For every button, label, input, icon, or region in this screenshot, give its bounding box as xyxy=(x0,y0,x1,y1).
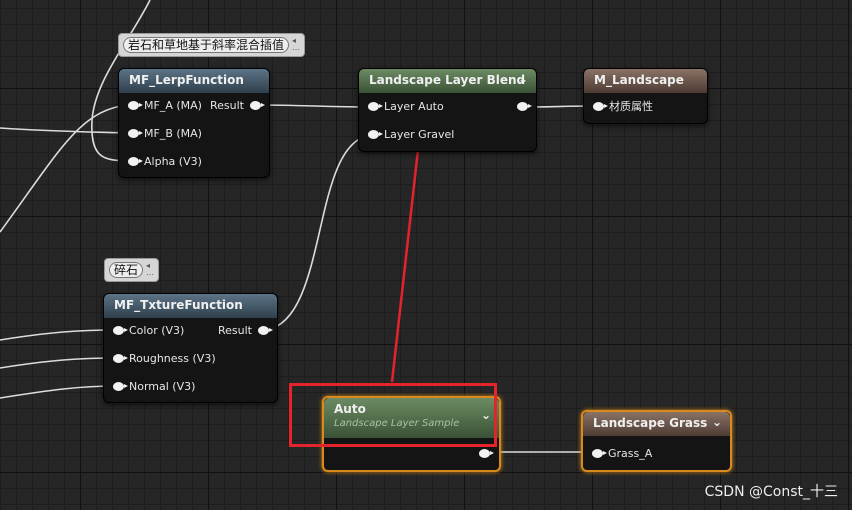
node-header: Landscape Grass ⌄ xyxy=(583,412,730,436)
node-landscape-grass[interactable]: Landscape Grass ⌄ Grass_A xyxy=(581,410,732,472)
node-m-landscape[interactable]: M_Landscape 材质属性 xyxy=(583,68,708,124)
wire-texture-to-blend xyxy=(265,134,373,331)
pin-circle-icon[interactable] xyxy=(128,101,143,110)
node-title: Landscape Layer Blend xyxy=(369,73,526,87)
pin-input-layer-auto[interactable]: Layer Auto xyxy=(368,100,444,114)
node-header: MF_TxtureFunction xyxy=(104,294,277,318)
pin-label: MF_A (MA) xyxy=(144,99,202,112)
node-header: MF_LerpFunction xyxy=(119,69,269,93)
pin-output[interactable] xyxy=(511,100,532,114)
node-texture-function[interactable]: MF_TxtureFunction Color (V3) Roughness (… xyxy=(103,293,278,403)
comment-pin-icon: ◂ ⋯ xyxy=(292,36,301,54)
comment-rock-grass[interactable]: 岩石和草地基于斜率混合插值 ◂ ⋯ xyxy=(118,33,306,57)
wire-offscreen-6 xyxy=(0,385,117,399)
pin-label: Layer Auto xyxy=(384,100,444,113)
comment-text: 碎石 xyxy=(109,262,144,278)
pin-input-normal[interactable]: Normal (V3) xyxy=(113,380,195,394)
pin-label: Color (V3) xyxy=(129,324,185,337)
wire-offscreen-3 xyxy=(0,104,129,233)
highlight-box xyxy=(289,383,497,447)
pin-output-result[interactable]: Result xyxy=(218,324,273,338)
comment-gravel[interactable]: 碎石 ◂ ⋯ xyxy=(104,258,160,282)
pin-input-grass-a[interactable]: Grass_A xyxy=(592,447,652,461)
annotation-arrow xyxy=(390,114,428,383)
wire-offscreen-2 xyxy=(0,127,129,134)
pin-circle-icon[interactable] xyxy=(128,129,143,138)
comment-text: 岩石和草地基于斜率混合插值 xyxy=(123,37,290,53)
wire-offscreen-5 xyxy=(0,357,117,369)
pin-output[interactable] xyxy=(473,447,494,461)
pin-input-color[interactable]: Color (V3) xyxy=(113,324,184,338)
node-header: M_Landscape xyxy=(584,69,707,93)
pin-circle-icon[interactable] xyxy=(592,449,607,458)
chevron-down-icon[interactable]: ⌄ xyxy=(712,415,722,429)
pin-circle-icon[interactable] xyxy=(113,354,128,363)
pin-input-layer-gravel[interactable]: Layer Gravel xyxy=(368,128,454,142)
comment-pin-icon: ◂ ⋯ xyxy=(146,261,155,279)
pin-circle-icon[interactable] xyxy=(517,102,532,111)
pin-label: 材质属性 xyxy=(609,100,653,113)
pin-label: Layer Gravel xyxy=(384,128,455,141)
pin-circle-icon[interactable] xyxy=(113,326,128,335)
pin-input-mf-b[interactable]: MF_B (MA) xyxy=(128,127,202,141)
pin-circle-icon[interactable] xyxy=(368,102,383,111)
pin-label: MF_B (MA) xyxy=(144,127,202,140)
pin-label: Result xyxy=(218,324,252,337)
wire-lerp-to-blend xyxy=(257,104,373,108)
pin-input-alpha[interactable]: Alpha (V3) xyxy=(128,155,202,169)
pin-label: Alpha (V3) xyxy=(144,155,202,168)
pin-circle-icon[interactable] xyxy=(479,449,494,458)
node-title: Landscape Grass xyxy=(593,416,708,430)
pin-input-mf-a[interactable]: MF_A (MA) xyxy=(128,99,202,113)
pin-label: Roughness (V3) xyxy=(129,352,216,365)
pin-circle-icon[interactable] xyxy=(250,101,265,110)
node-lerp-function[interactable]: MF_LerpFunction MF_A (MA) MF_B (MA) Alph… xyxy=(118,68,270,178)
pin-output-result[interactable]: Result xyxy=(210,99,265,113)
pin-label: Normal (V3) xyxy=(129,380,196,393)
pin-label: Result xyxy=(210,99,244,112)
pin-circle-icon[interactable] xyxy=(368,130,383,139)
pin-input-roughness[interactable]: Roughness (V3) xyxy=(113,352,216,366)
pin-circle-icon[interactable] xyxy=(593,102,608,111)
pin-label: Grass_A xyxy=(608,447,653,460)
pin-circle-icon[interactable] xyxy=(258,326,273,335)
wire-offscreen-4 xyxy=(0,329,117,341)
pin-circle-icon[interactable] xyxy=(128,157,143,166)
pin-circle-icon[interactable] xyxy=(113,382,128,391)
chevron-down-icon[interactable]: ⌄ xyxy=(518,72,528,86)
node-landscape-layer-blend[interactable]: Landscape Layer Blend ⌄ Layer Auto Layer … xyxy=(358,68,537,152)
node-header: Landscape Layer Blend ⌄ xyxy=(359,69,536,93)
watermark: CSDN @Const_十三 xyxy=(704,484,838,500)
pin-input-material-attributes[interactable]: 材质属性 xyxy=(593,100,653,114)
